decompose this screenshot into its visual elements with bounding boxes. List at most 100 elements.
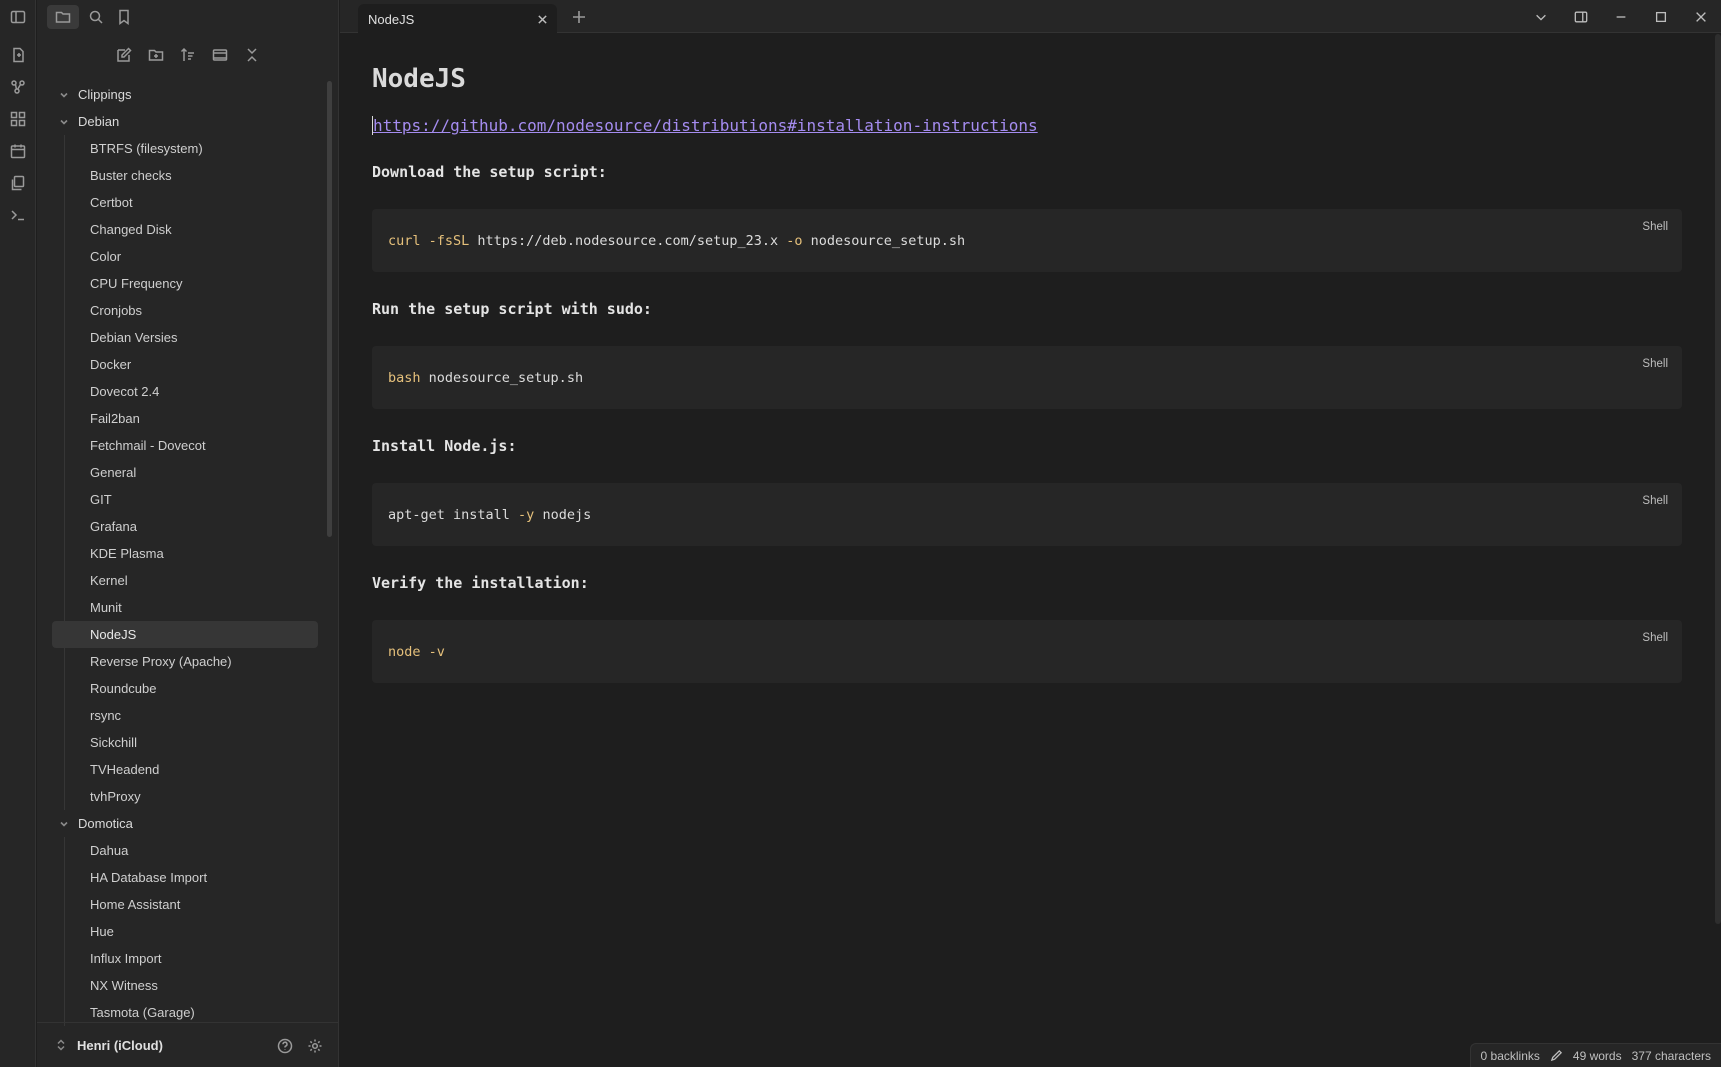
note-title[interactable]: NodeJS: [372, 64, 1682, 110]
new-tab-plus-icon[interactable]: [568, 6, 590, 28]
folder-icon[interactable]: [47, 4, 79, 29]
editor-pane[interactable]: NodeJS https://github.com/nodesource/dis…: [340, 34, 1721, 1067]
file-item[interactable]: Dahua: [52, 837, 318, 864]
file-item[interactable]: Fetchmail - Dovecot: [52, 432, 318, 459]
calendar-icon[interactable]: [7, 140, 29, 162]
help-icon[interactable]: [274, 1035, 296, 1057]
right-sidebar-toggle-icon[interactable]: [1561, 0, 1601, 33]
file-item[interactable]: Fail2ban: [52, 405, 318, 432]
canvas-icon[interactable]: [7, 108, 29, 130]
file-item[interactable]: CPU Frequency: [52, 270, 318, 297]
file-item[interactable]: Kernel: [52, 567, 318, 594]
close-icon[interactable]: [535, 12, 549, 26]
file-tree: Clippings Debian BTRFS (filesystem) Buste…: [52, 81, 318, 1026]
folder-label: Debian: [78, 114, 120, 129]
section-heading: Download the setup script:: [372, 163, 607, 181]
folder-domotica[interactable]: Domotica: [52, 810, 318, 837]
chevron-down-icon: [56, 816, 72, 832]
editor-scrollbar[interactable]: [1715, 34, 1721, 924]
file-item[interactable]: Cronjobs: [52, 297, 318, 324]
code-language-label: Shell: [1642, 221, 1668, 233]
code-language-label: Shell: [1642, 632, 1668, 644]
bookmark-icon[interactable]: [113, 6, 135, 28]
file-item[interactable]: Dovecot 2.4: [52, 378, 318, 405]
terminal-icon[interactable]: [7, 204, 29, 226]
folder-clippings[interactable]: Clippings: [52, 81, 318, 108]
file-item[interactable]: rsync: [52, 702, 318, 729]
debian-children: BTRFS (filesystem) Buster checks Certbot Ch…: [52, 135, 318, 810]
graph-view-icon[interactable]: [7, 76, 29, 98]
installation-link[interactable]: https://github.com/nodesource/distributi…: [372, 116, 1038, 135]
section-heading: Install Node.js:: [372, 437, 517, 455]
file-item[interactable]: KDE Plasma: [52, 540, 318, 567]
file-item[interactable]: TVHeadend: [52, 756, 318, 783]
file-item[interactable]: General: [52, 459, 318, 486]
file-item[interactable]: NX Witness: [52, 972, 318, 999]
code-language-label: Shell: [1642, 495, 1668, 507]
file-item[interactable]: Influx Import: [52, 945, 318, 972]
folder-debian[interactable]: Debian: [52, 108, 318, 135]
tab-label: NodeJS: [368, 11, 415, 27]
minimize-icon[interactable]: [1601, 0, 1641, 33]
chevron-down-icon[interactable]: [1521, 0, 1561, 33]
new-note-icon[interactable]: [113, 44, 135, 66]
settings-gear-icon[interactable]: [304, 1035, 326, 1057]
window-controls: [1521, 0, 1721, 33]
sort-icon[interactable]: [177, 44, 199, 66]
close-window-icon[interactable]: [1681, 0, 1721, 33]
backlinks-count[interactable]: 0 backlinks: [1481, 1049, 1540, 1063]
templates-icon[interactable]: [7, 172, 29, 194]
folder-label: Clippings: [78, 87, 132, 102]
folder-label: Domotica: [78, 816, 133, 831]
chevron-down-icon: [56, 114, 72, 130]
code-block[interactable]: curl -fsSL https://deb.nodesource.com/se…: [372, 209, 1682, 272]
code-language-label: Shell: [1642, 358, 1668, 370]
code-block[interactable]: apt-get install -y nodejs Shell: [372, 483, 1682, 546]
file-item[interactable]: tvhProxy: [52, 783, 318, 810]
search-icon[interactable]: [85, 6, 107, 28]
vault-switcher[interactable]: Henri (iCloud): [37, 1022, 338, 1067]
section-heading: Run the setup script with sudo:: [372, 300, 652, 318]
file-item[interactable]: Hue: [52, 918, 318, 945]
vault-name: Henri (iCloud): [77, 1037, 163, 1053]
chevron-updown-icon: [55, 1039, 67, 1051]
file-item[interactable]: Reverse Proxy (Apache): [52, 648, 318, 675]
code-line: node -v: [388, 643, 445, 660]
file-item[interactable]: Grafana: [52, 513, 318, 540]
code-block[interactable]: node -v Shell: [372, 620, 1682, 683]
file-item[interactable]: NodeJS: [52, 621, 318, 648]
maximize-icon[interactable]: [1641, 0, 1681, 33]
code-line: curl -fsSL https://deb.nodesource.com/se…: [388, 232, 966, 249]
file-item[interactable]: Home Assistant: [52, 891, 318, 918]
file-item[interactable]: HA Database Import: [52, 864, 318, 891]
file-item[interactable]: Sickchill: [52, 729, 318, 756]
file-item[interactable]: Certbot: [52, 189, 318, 216]
character-count: 377 characters: [1631, 1048, 1711, 1063]
sidebar-header: [37, 0, 338, 33]
file-item[interactable]: Changed Disk: [52, 216, 318, 243]
file-item[interactable]: Roundcube: [52, 675, 318, 702]
file-item[interactable]: BTRFS (filesystem): [52, 135, 318, 162]
tab-bar: NodeJS: [340, 0, 1721, 34]
tab-nodejs[interactable]: NodeJS: [358, 4, 557, 34]
file-item[interactable]: Buster checks: [52, 162, 318, 189]
file-item[interactable]: Color: [52, 243, 318, 270]
code-line: apt-get install -y nodejs: [388, 506, 592, 523]
file-item[interactable]: GIT: [52, 486, 318, 513]
file-item[interactable]: Debian Versies: [52, 324, 318, 351]
section-heading: Verify the installation:: [372, 574, 589, 592]
sidebar-toggle-icon[interactable]: [7, 6, 29, 28]
file-nav-actions: [37, 44, 338, 70]
status-bar: 0 backlinks 49 words 377 characters: [1469, 1043, 1721, 1067]
auto-reveal-icon[interactable]: [209, 44, 231, 66]
collapse-all-icon[interactable]: [241, 44, 263, 66]
new-note-icon[interactable]: [7, 44, 29, 66]
file-item[interactable]: Docker: [52, 351, 318, 378]
sidebar-scrollbar[interactable]: [327, 81, 332, 537]
pencil-icon[interactable]: [1550, 1049, 1563, 1062]
chevron-down-icon: [56, 87, 72, 103]
file-item[interactable]: Munit: [52, 594, 318, 621]
word-count: 49 words: [1572, 1048, 1622, 1063]
code-block[interactable]: bash nodesource_setup.sh Shell: [372, 346, 1682, 409]
new-folder-icon[interactable]: [145, 44, 167, 66]
